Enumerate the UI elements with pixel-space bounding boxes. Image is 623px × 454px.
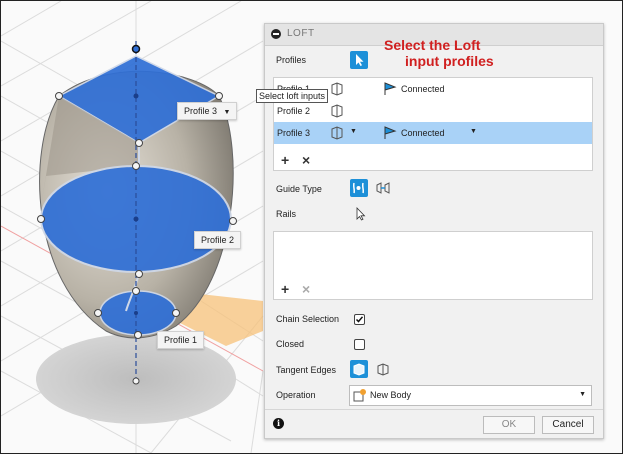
guide-type-label: Guide Type bbox=[276, 184, 322, 194]
rails-list: + × bbox=[273, 231, 593, 300]
tangent-edges-label: Tangent Edges bbox=[276, 365, 337, 375]
cursor-arrow-icon bbox=[356, 207, 366, 221]
connection-status: Connected bbox=[401, 128, 445, 138]
chain-selection-checkbox[interactable] bbox=[354, 314, 365, 325]
chain-selection-label: Chain Selection bbox=[276, 314, 340, 324]
keep-edges-icon bbox=[377, 363, 389, 376]
operation-value: New Body bbox=[370, 390, 412, 400]
rails-select-button[interactable] bbox=[352, 205, 370, 223]
remove-rail-button[interactable]: × bbox=[302, 282, 310, 296]
app-window: Profile 3 ▼ Profile 2 Profile 1 LOFT Pro… bbox=[0, 0, 623, 454]
operation-label: Operation bbox=[276, 390, 316, 400]
profiles-select-button[interactable] bbox=[350, 51, 368, 69]
profile-row-name: Profile 3 bbox=[277, 128, 311, 138]
profile-3-label-text: Profile 3 bbox=[184, 106, 218, 116]
tooltip: Select loft inputs bbox=[256, 89, 329, 103]
profile-row-2[interactable]: Profile 2 bbox=[274, 100, 592, 122]
profile-row-name: Profile 2 bbox=[277, 106, 311, 116]
rail-guide-icon bbox=[352, 182, 365, 194]
chevron-down-icon[interactable]: ▼ bbox=[470, 128, 477, 135]
tangent-edges-keep-button[interactable] bbox=[374, 360, 392, 378]
minus-circle-icon[interactable] bbox=[271, 29, 281, 39]
connected-flag-icon bbox=[384, 126, 397, 139]
ok-button[interactable]: OK bbox=[483, 416, 535, 434]
annotation-callout: Select the Loft input profiles bbox=[384, 37, 494, 69]
cancel-button[interactable]: Cancel bbox=[542, 416, 594, 434]
loft-panel: LOFT Profiles Profile 1 Connected bbox=[264, 23, 604, 439]
profile-row-3[interactable]: Profile 3 ▼ Connected ▼ bbox=[274, 122, 592, 144]
panel-title: LOFT bbox=[287, 28, 315, 39]
sketch-profile-icon bbox=[331, 82, 343, 96]
add-rail-button[interactable]: + bbox=[281, 282, 289, 296]
sketch-profile-icon bbox=[331, 104, 343, 118]
closed-checkbox[interactable] bbox=[354, 339, 365, 350]
profile-2-label[interactable]: Profile 2 bbox=[194, 231, 242, 249]
chevron-down-icon: ▼ bbox=[223, 109, 231, 116]
guide-type-rails-button[interactable] bbox=[350, 179, 368, 197]
tangent-edges-merge-button[interactable] bbox=[350, 360, 368, 378]
operation-dropdown[interactable]: New Body ▼ bbox=[349, 385, 592, 406]
annotation-line-2: input profiles bbox=[405, 53, 494, 69]
closed-label: Closed bbox=[276, 339, 305, 349]
connection-status: Connected bbox=[401, 84, 445, 94]
profile-1-label-text: Profile 1 bbox=[164, 335, 198, 345]
profile-2-label-text: Profile 2 bbox=[201, 235, 235, 245]
remove-profile-button[interactable]: × bbox=[302, 153, 310, 167]
rails-label: Rails bbox=[276, 209, 297, 219]
connected-flag-icon bbox=[384, 82, 397, 95]
merge-edges-icon bbox=[353, 363, 365, 376]
profile-3-label[interactable]: Profile 3 ▼ bbox=[177, 102, 238, 120]
checkmark-icon bbox=[355, 316, 364, 323]
info-icon[interactable]: i bbox=[273, 418, 284, 429]
profiles-label: Profiles bbox=[276, 55, 307, 65]
chevron-down-icon: ▼ bbox=[579, 391, 586, 398]
new-body-icon bbox=[353, 389, 366, 402]
profile-1-label[interactable]: Profile 1 bbox=[157, 331, 205, 349]
sketch-profile-icon bbox=[331, 126, 343, 140]
panel-footer: i OK Cancel bbox=[265, 409, 603, 439]
centerline-guide-icon bbox=[376, 182, 390, 194]
annotation-line-1: Select the Loft bbox=[384, 37, 481, 53]
chevron-down-icon[interactable]: ▼ bbox=[350, 128, 357, 135]
add-profile-button[interactable]: + bbox=[281, 153, 289, 167]
cursor-arrow-icon bbox=[356, 54, 364, 66]
guide-type-centerline-button[interactable] bbox=[374, 179, 392, 197]
